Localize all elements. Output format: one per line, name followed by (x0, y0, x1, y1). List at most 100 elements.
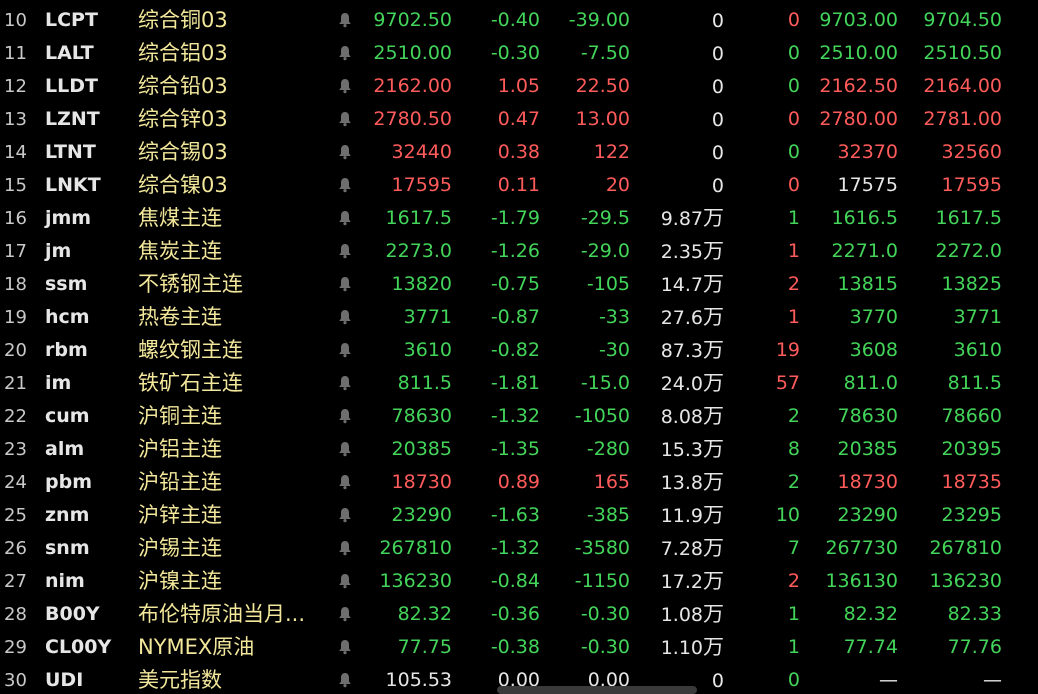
change-percent: 0.38 (497, 141, 540, 163)
change-value: -280 (586, 438, 630, 460)
quote-row[interactable]: 18 ssm 不锈钢主连 13820 -0.75 -105 14.7万 2 13… (0, 268, 1038, 301)
contract-code: rbm (45, 339, 88, 361)
quote-row[interactable]: 23 alm 沪铝主连 20385 -1.35 -280 15.3万 8 203… (0, 433, 1038, 466)
volume-value: 87.3 (660, 340, 703, 362)
quote-row[interactable]: 11 LALT 综合铝03 2510.00 -0.30 -7.50 0 0 25… (0, 37, 1038, 70)
ask-price: 2781.00 (923, 108, 1002, 130)
row-index: 12 (4, 76, 27, 97)
volume: 0 (636, 37, 724, 70)
quote-row[interactable]: 13 LZNT 综合锌03 2780.50 0.47 13.00 0 0 278… (0, 103, 1038, 136)
contract-name: 综合镍03 (138, 173, 228, 197)
horizontal-scrollbar[interactable] (497, 686, 697, 694)
contract-code: znm (45, 504, 90, 526)
volume-value: 0 (711, 142, 724, 164)
row-index: 14 (4, 142, 27, 163)
change-value: -105 (586, 273, 630, 295)
change-value: -1050 (574, 405, 630, 427)
row-index: 23 (4, 439, 27, 460)
row-index: 11 (4, 43, 27, 64)
bid-price: 32370 (837, 141, 898, 163)
current-volume: 2 (787, 471, 800, 493)
volume-value: 0 (711, 10, 724, 32)
quote-board: 10 LCPT 综合铜03 9702.50 -0.40 -39.00 0 0 9… (0, 0, 1038, 694)
contract-code: CL00Y (45, 636, 112, 658)
last-price: 82.32 (397, 603, 452, 625)
current-volume: 1 (787, 306, 800, 328)
quote-row[interactable]: 29 CL00Y NYMEX原油 77.75 -0.38 -0.30 1.10万… (0, 631, 1038, 664)
volume-value: 14.7 (660, 274, 703, 296)
contract-code: alm (45, 438, 85, 460)
change-value: -385 (586, 504, 630, 526)
ask-price: 78660 (941, 405, 1002, 427)
last-price: 32440 (391, 141, 452, 163)
quote-row[interactable]: 19 hcm 热卷主连 3771 -0.87 -33 27.6万 1 3770 … (0, 301, 1038, 334)
quote-row[interactable]: 25 znm 沪锌主连 23290 -1.63 -385 11.9万 10 23… (0, 499, 1038, 532)
quote-row[interactable]: 14 LTNT 综合锡03 32440 0.38 122 0 0 32370 3… (0, 136, 1038, 169)
quote-row[interactable]: 21 im 铁矿石主连 811.5 -1.81 -15.0 24.0万 57 8… (0, 367, 1038, 400)
bid-price: 2162.50 (819, 75, 898, 97)
volume-value: 1.10 (660, 637, 703, 659)
quote-row[interactable]: 10 LCPT 综合铜03 9702.50 -0.40 -39.00 0 0 9… (0, 4, 1038, 37)
row-index: 26 (4, 538, 27, 559)
last-price: 105.53 (385, 669, 452, 691)
volume-value: 15.3 (660, 439, 703, 461)
quote-row[interactable]: 12 LLDT 综合铅03 2162.00 1.05 22.50 0 0 216… (0, 70, 1038, 103)
volume: 7.28万 (636, 532, 724, 565)
volume-unit: 万 (703, 437, 724, 461)
current-volume: 2 (787, 405, 800, 427)
quote-row[interactable]: 22 cum 沪铜主连 78630 -1.32 -1050 8.08万 2 78… (0, 400, 1038, 433)
change-value: 20 (605, 174, 630, 196)
volume-value: 0 (711, 76, 724, 98)
bid-price: 13815 (837, 273, 898, 295)
last-price: 78630 (391, 405, 452, 427)
current-volume: 1 (787, 603, 800, 625)
current-volume: 1 (787, 240, 800, 262)
change-value: -7.50 (580, 42, 630, 64)
contract-name: 沪铝主连 (138, 437, 222, 461)
volume-unit: 万 (703, 206, 724, 230)
volume-value: 17.2 (660, 571, 703, 593)
volume-unit: 万 (703, 536, 724, 560)
last-price: 9702.50 (373, 9, 452, 31)
quote-row[interactable]: 27 nim 沪镍主连 136230 -0.84 -1150 17.2万 2 1… (0, 565, 1038, 598)
row-index: 10 (4, 10, 27, 31)
change-percent: 1.05 (497, 75, 540, 97)
contract-name: 焦炭主连 (138, 239, 222, 263)
last-price: 3610 (403, 339, 452, 361)
current-volume: 0 (787, 669, 800, 691)
ask-price: 1617.5 (935, 207, 1002, 229)
contract-code: ssm (45, 273, 88, 295)
volume-unit: 万 (703, 503, 724, 527)
row-index: 15 (4, 175, 27, 196)
change-value: -33 (598, 306, 630, 328)
contract-name: 沪镍主连 (138, 569, 222, 593)
last-price: 17595 (391, 174, 452, 196)
current-volume: 0 (787, 75, 800, 97)
ask-price: 2164.00 (923, 75, 1002, 97)
volume-unit: 万 (703, 305, 724, 329)
change-percent: -0.87 (490, 306, 540, 328)
current-volume: 2 (787, 273, 800, 295)
quote-row[interactable]: 26 snm 沪锡主连 267810 -1.32 -3580 7.28万 7 2… (0, 532, 1038, 565)
quote-row[interactable]: 16 jmm 焦煤主连 1617.5 -1.79 -29.5 9.87万 1 1… (0, 202, 1038, 235)
volume-unit: 万 (703, 338, 724, 362)
quote-row[interactable]: 20 rbm 螺纹钢主连 3610 -0.82 -30 87.3万 19 360… (0, 334, 1038, 367)
quote-row[interactable]: 15 LNKT 综合镍03 17595 0.11 20 0 0 17575 17… (0, 169, 1038, 202)
contract-name: 综合锌03 (138, 107, 228, 131)
bid-price: 3770 (849, 306, 898, 328)
quote-row[interactable]: 28 B00Y 布伦特原油当月... 82.32 -0.36 -0.30 1.0… (0, 598, 1038, 631)
contract-name: 沪锌主连 (138, 503, 222, 527)
volume: 17.2万 (636, 565, 724, 598)
volume-value: 24.0 (660, 373, 703, 395)
contract-name: 沪铜主连 (138, 404, 222, 428)
current-volume: 1 (787, 636, 800, 658)
current-volume: 0 (787, 174, 800, 196)
ask-price: 9704.50 (923, 9, 1002, 31)
quote-row[interactable]: 24 pbm 沪铅主连 18730 0.89 165 13.8万 2 18730… (0, 466, 1038, 499)
ask-price: 3610 (953, 339, 1002, 361)
contract-code: pbm (45, 471, 92, 493)
volume-unit: 万 (703, 272, 724, 296)
last-price: 2780.50 (373, 108, 452, 130)
quote-row[interactable]: 17 jm 焦炭主连 2273.0 -1.26 -29.0 2.35万 1 22… (0, 235, 1038, 268)
bid-price: 82.32 (843, 603, 898, 625)
